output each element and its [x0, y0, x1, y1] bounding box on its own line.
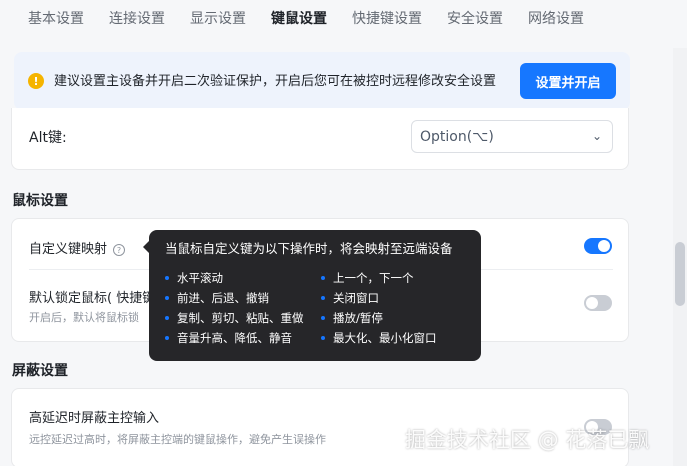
- tab-security[interactable]: 安全设置: [447, 8, 503, 28]
- help-icon[interactable]: ?: [113, 243, 126, 256]
- toggle-knob: [598, 240, 610, 252]
- tab-basic[interactable]: 基本设置: [28, 8, 84, 28]
- toggle-knob: [586, 297, 598, 309]
- banner-text: 建议设置主设备并开启二次验证保护，开启后您可在被控时远程修改安全设置: [54, 73, 497, 89]
- watermark: 掘金技术社区 @ 花落已飘: [405, 428, 650, 452]
- custom-key-mapping-tooltip: 当鼠标自定义键为以下操作时，将会映射至远端设备 水平滚动 前进、后退、撤销 复制…: [143, 230, 481, 361]
- tooltip-arrow: [143, 240, 150, 254]
- tab-display[interactable]: 显示设置: [190, 8, 246, 28]
- scrollbar-thumb[interactable]: [675, 242, 685, 306]
- block-section-title: 屏蔽设置: [12, 363, 68, 379]
- lock-mouse-label: 默认锁定鼠标( 快捷键: [29, 291, 156, 306]
- tab-connection[interactable]: 连接设置: [109, 8, 165, 28]
- tooltip-item: 播放/暂停: [321, 308, 437, 328]
- custom-key-mapping-toggle[interactable]: [584, 238, 612, 254]
- chevron-down-icon: ⌄: [591, 129, 602, 143]
- tooltip-list-right: 上一个，下一个 关闭窗口 播放/暂停 最大化、最小化窗口: [321, 268, 437, 348]
- scrollbar[interactable]: [673, 48, 687, 466]
- tooltip-item: 音量升高、降低、静音: [165, 328, 304, 348]
- mouse-section-title: 鼠标设置: [12, 193, 68, 209]
- tooltip-item: 关闭窗口: [321, 288, 437, 308]
- custom-key-mapping-row: 自定义键映射?: [29, 238, 126, 257]
- alt-key-value: Option(⌥): [420, 128, 494, 145]
- lock-mouse-toggle[interactable]: [584, 295, 612, 311]
- tab-keyboard-mouse[interactable]: 键鼠设置: [271, 8, 327, 28]
- settings-tabs: 基本设置 连接设置 显示设置 键鼠设置 快捷键设置 安全设置 网络设置: [0, 0, 687, 36]
- security-banner: ! 建议设置主设备并开启二次验证保护，开启后您可在被控时远程修改安全设置 设置并…: [14, 52, 630, 110]
- tooltip-item: 复制、剪切、粘贴、重做: [165, 308, 304, 328]
- alt-key-select[interactable]: Option(⌥) ⌄: [411, 120, 613, 153]
- tooltip-item: 上一个，下一个: [321, 268, 437, 288]
- tooltip-item: 最大化、最小化窗口: [321, 328, 437, 348]
- high-latency-block-label: 高延迟时屏蔽主控输入: [29, 411, 160, 426]
- tooltip-list-left: 水平滚动 前进、后退、撤销 复制、剪切、粘贴、重做 音量升高、降低、静音: [165, 268, 304, 348]
- custom-key-mapping-label: 自定义键映射: [29, 242, 108, 257]
- alt-key-label: Alt键:: [29, 130, 67, 146]
- tooltip-item: 前进、后退、撤销: [165, 288, 304, 308]
- tab-network[interactable]: 网络设置: [528, 8, 584, 28]
- high-latency-block-description: 远控延迟过高时，将屏蔽主控端的键鼠操作，避免产生误操作: [29, 433, 326, 446]
- tooltip-item: 水平滚动: [165, 268, 304, 288]
- lock-mouse-description: 开启后，默认将鼠标锁: [29, 311, 139, 324]
- warning-icon: !: [28, 73, 44, 89]
- tab-shortcuts[interactable]: 快捷键设置: [352, 8, 422, 28]
- setup-enable-button[interactable]: 设置并开启: [520, 63, 616, 99]
- keyboard-settings-card: Alt键: Option(⌥) ⌄: [11, 108, 629, 170]
- tooltip-title: 当鼠标自定义键为以下操作时，将会映射至远端设备: [165, 241, 453, 256]
